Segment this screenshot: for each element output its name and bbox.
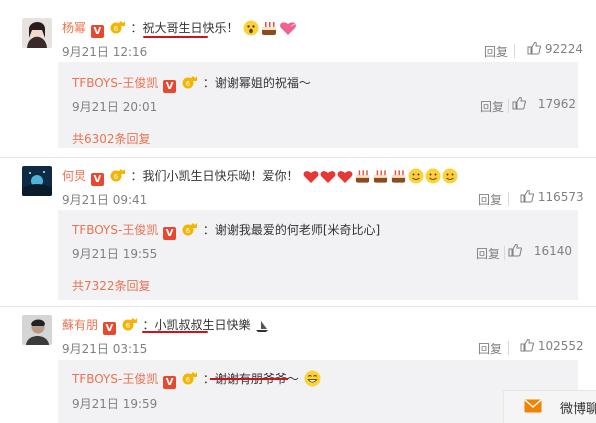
divider xyxy=(514,44,515,58)
user-name[interactable]: 蘇有朋 xyxy=(62,318,98,332)
like-count: 102552 xyxy=(537,339,584,353)
comment-divider xyxy=(0,157,596,158)
reply-user-name[interactable]: TFBOYS-王俊凯 xyxy=(72,372,158,386)
svg-text:6: 6 xyxy=(125,322,130,330)
like-count: 16140 xyxy=(533,244,573,258)
mail-icon xyxy=(524,399,542,416)
like-button[interactable]: 17962 xyxy=(512,96,577,111)
reply-user-name[interactable]: TFBOYS-王俊凯 xyxy=(72,76,158,90)
vip-badge-icon: 6 xyxy=(122,318,138,331)
vip-badge-icon: 6 xyxy=(110,169,126,182)
thumbs-up-icon xyxy=(520,189,535,204)
verified-badge-icon: V xyxy=(102,322,116,335)
reply-box: TFBOYS-王俊凯 V 6 ：谢谢幂姐的祝福～ 9月21日 20:01 回复 … xyxy=(58,62,578,148)
weibo-chat-label: 微博聊 xyxy=(560,402,596,417)
reply-time: 9月21日 19:55 xyxy=(72,247,158,261)
reply-button[interactable]: 回复 xyxy=(478,340,502,357)
reply-content: TFBOYS-王俊凯 V 6 ：谢谢有朋爷爷～ xyxy=(72,370,321,390)
svg-text:6: 6 xyxy=(113,25,118,33)
annotation-underline xyxy=(143,36,208,38)
smile-emoji-icon xyxy=(408,168,424,187)
verified-badge-icon: V xyxy=(90,173,104,186)
weibo-chat-tab[interactable]: 微博聊 xyxy=(503,390,596,423)
verified-badge-icon: V xyxy=(163,227,177,240)
verified-badge-icon: V xyxy=(163,80,177,93)
reply-text: ：谢谢我最爱的何老师[米奇比心] xyxy=(202,223,381,237)
divider xyxy=(508,341,509,355)
smile-emoji-icon xyxy=(425,168,441,187)
comment-content: 何炅 V 6 ：我们小凯生日快乐呦！爱你！ xyxy=(62,167,458,187)
like-count: 116573 xyxy=(537,190,584,204)
avatar[interactable] xyxy=(22,315,52,345)
comment-time: 9月21日 03:15 xyxy=(62,342,148,356)
reply-time: 9月21日 19:59 xyxy=(72,397,158,411)
reply-content: TFBOYS-王俊凯 V 6 ：谢谢幂姐的祝福～ xyxy=(72,74,311,93)
grin-emoji-icon xyxy=(304,370,321,390)
like-count: 92224 xyxy=(544,42,584,56)
reply-content: TFBOYS-王俊凯 V 6 ：谢谢我最爱的何老师[米奇比心] xyxy=(72,221,380,240)
like-button[interactable]: 16140 xyxy=(508,243,573,258)
annotation-strikethrough xyxy=(210,378,288,380)
comment-divider xyxy=(0,306,596,307)
smile-emoji-icon xyxy=(442,168,458,187)
boat-emoji-icon xyxy=(255,319,269,336)
surprised-emoji-icon xyxy=(243,20,259,39)
comment-text: ：我们小凯生日快乐呦！爱你！ xyxy=(130,169,299,183)
comment-time: 9月21日 09:41 xyxy=(62,193,148,207)
reply-button[interactable]: 回复 xyxy=(478,191,502,208)
reply-user-name[interactable]: TFBOYS-王俊凯 xyxy=(72,223,158,237)
vip-badge-icon: 6 xyxy=(182,372,198,385)
divider xyxy=(508,192,509,206)
vip-badge-icon: 6 xyxy=(110,21,126,34)
divider xyxy=(508,99,509,113)
like-button[interactable]: 92224 xyxy=(527,41,584,56)
svg-text:6: 6 xyxy=(186,376,191,384)
like-button[interactable]: 116573 xyxy=(520,189,584,204)
vip-badge-icon: 6 xyxy=(182,76,198,89)
thumbs-up-icon xyxy=(508,243,523,258)
vip-badge-icon: 6 xyxy=(182,223,198,236)
thumbs-up-icon xyxy=(512,96,527,111)
heart-emoji-icon xyxy=(303,169,319,187)
user-name[interactable]: 杨幂 xyxy=(62,21,86,35)
svg-text:6: 6 xyxy=(186,80,191,88)
like-button[interactable]: 102552 xyxy=(520,338,584,353)
comment-content: 蘇有朋 V 6 ：小凯叔叔生日快樂 xyxy=(62,316,269,336)
comment-text: ：祝大哥生日快乐！ xyxy=(130,21,239,35)
avatar[interactable] xyxy=(22,18,52,48)
svg-text:6: 6 xyxy=(186,227,191,235)
reply-text: ：谢谢幂姐的祝福～ xyxy=(202,76,311,90)
more-replies-link[interactable]: 共7322条回复 xyxy=(72,277,151,294)
cake-emoji-icon xyxy=(354,168,371,187)
comment-text: ：小凯叔叔生日快樂 xyxy=(142,318,251,332)
user-name[interactable]: 何炅 xyxy=(62,169,86,183)
reply-button[interactable]: 回复 xyxy=(480,98,504,115)
verified-badge-icon: V xyxy=(90,25,104,38)
reply-box: TFBOYS-王俊凯 V 6 ：谢谢有朋爷爷～ 9月21日 19:59 xyxy=(58,360,578,423)
reply-button[interactable]: 回复 xyxy=(484,43,508,60)
like-count: 17962 xyxy=(537,97,577,111)
cake-emoji-icon xyxy=(372,168,389,187)
avatar[interactable] xyxy=(22,166,52,196)
divider xyxy=(504,246,505,260)
comment-time: 9月21日 12:16 xyxy=(62,45,148,59)
svg-text:6: 6 xyxy=(113,173,118,181)
reply-button[interactable]: 回复 xyxy=(476,245,500,262)
verified-badge-icon: V xyxy=(163,376,177,389)
cake-emoji-icon xyxy=(260,20,278,39)
thumbs-up-icon xyxy=(527,41,542,56)
reply-box: TFBOYS-王俊凯 V 6 ：谢谢我最爱的何老师[米奇比心] 9月21日 19… xyxy=(58,210,578,300)
annotation-underline xyxy=(142,331,208,333)
reply-time: 9月21日 20:01 xyxy=(72,100,158,114)
more-replies-link[interactable]: 共6302条回复 xyxy=(72,130,151,147)
thumbs-up-icon xyxy=(520,338,535,353)
heart-emoji-icon xyxy=(320,169,336,187)
heart-emoji-icon xyxy=(279,20,297,39)
cake-emoji-icon xyxy=(390,168,407,187)
heart-emoji-icon xyxy=(337,169,353,187)
